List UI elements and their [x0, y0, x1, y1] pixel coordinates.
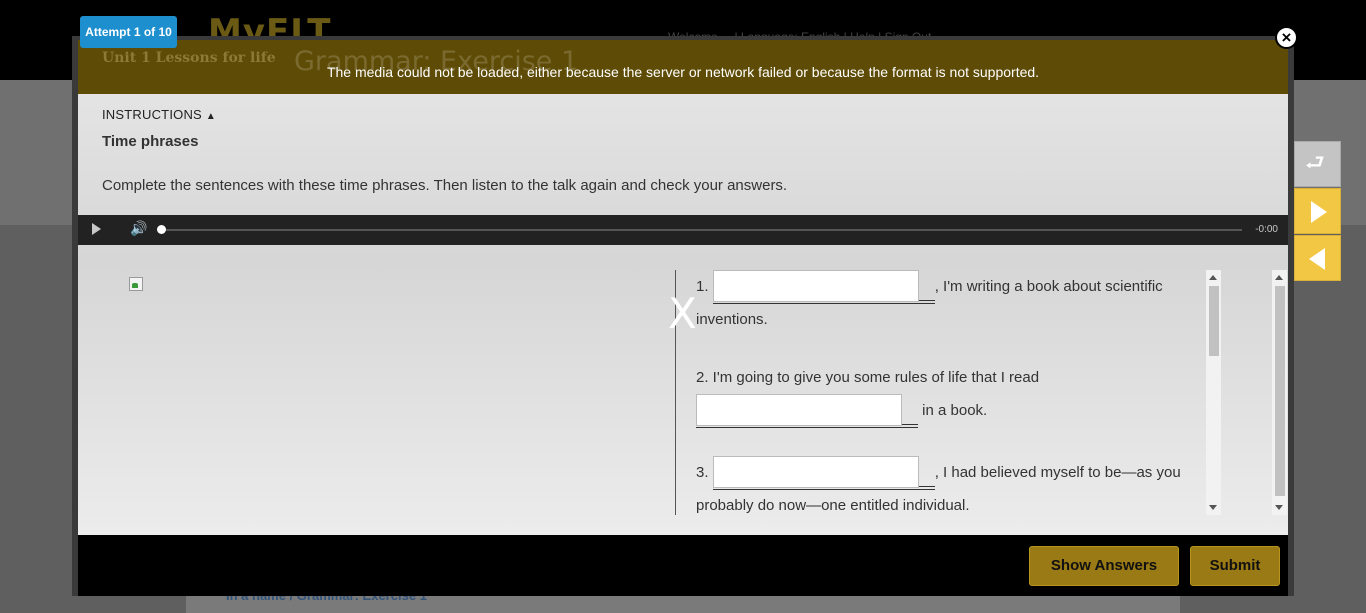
instructions-toggle[interactable]: INSTRUCTIONS ▲ [102, 107, 216, 122]
close-icon[interactable]: × [1275, 26, 1298, 49]
answer-blank-1[interactable] [712, 270, 935, 305]
activity-footer: Show Answers Submit [78, 535, 1288, 596]
activity-header: Unit 1 Lessons for life Grammar: Exercis… [78, 40, 1288, 94]
volume-icon[interactable]: 🔊 [130, 220, 147, 237]
next-button[interactable] [1294, 188, 1341, 234]
collapse-triangle-icon: ▲ [205, 111, 217, 122]
section-title: Time phrases [102, 133, 199, 150]
scrollbar-handle[interactable] [1209, 286, 1219, 356]
question-3: 3. , I had believed myself to be—as you … [696, 456, 1181, 515]
question-text: inventions. [696, 311, 768, 329]
instructions-text: Complete the sentences with these time p… [102, 177, 788, 194]
show-answers-button[interactable]: Show Answers [1029, 546, 1179, 586]
reset-button[interactable]: ⮐ [1294, 141, 1341, 187]
arrow-left-icon [1309, 248, 1325, 270]
questions-scrollbar[interactable] [1206, 270, 1221, 515]
question-number: 3. [696, 463, 709, 481]
scrollbar-handle[interactable] [1275, 286, 1285, 496]
activity-body: Unit 1 Lessons for life Grammar: Exercis… [78, 40, 1288, 535]
scroll-down-icon[interactable] [1275, 505, 1283, 510]
arrow-right-icon [1311, 201, 1327, 223]
scroll-down-icon[interactable] [1209, 505, 1217, 510]
audio-player: 🔊 -0:00 [78, 215, 1288, 245]
media-error-message: The media could not be loaded, either be… [326, 64, 1040, 80]
question-text: in a book. [922, 401, 988, 419]
panel-close-x[interactable]: X [668, 293, 697, 335]
questions-panel: 1. , I'm writing a book about scientific… [696, 270, 1206, 515]
answer-blank-3[interactable] [712, 456, 935, 491]
question-text: 2. I'm going to give you some rules of l… [696, 369, 1040, 386]
activity-modal: Unit 1 Lessons for life Grammar: Exercis… [72, 36, 1294, 596]
question-text: , I'm writing a book about scientific [934, 277, 1163, 295]
question-2: 2. I'm going to give you some rules of l… [696, 362, 1040, 429]
attempt-badge: Attempt 1 of 10 [80, 16, 177, 48]
instructions-toggle-label: INSTRUCTIONS [102, 107, 202, 122]
return-arrow-icon: ⮐ [1305, 150, 1325, 175]
audio-progress-track[interactable] [162, 229, 1242, 231]
play-icon[interactable] [92, 223, 101, 235]
scroll-up-icon[interactable] [1209, 275, 1217, 280]
previous-button[interactable] [1294, 235, 1341, 281]
question-1: 1. , I'm writing a book about scientific… [696, 270, 1163, 336]
question-number: 1. [696, 277, 709, 295]
question-text: probably do now—one entitled individual. [696, 497, 970, 515]
audio-progress-thumb[interactable] [157, 225, 166, 234]
broken-image-icon [129, 277, 143, 291]
audio-time: -0:00 [1255, 224, 1278, 235]
scroll-up-icon[interactable] [1275, 275, 1283, 280]
question-text: , I had believed myself to be—as you [934, 463, 1181, 481]
modal-scrollbar[interactable] [1272, 270, 1287, 515]
submit-button[interactable]: Submit [1190, 546, 1280, 586]
answer-blank-2[interactable] [696, 394, 918, 429]
